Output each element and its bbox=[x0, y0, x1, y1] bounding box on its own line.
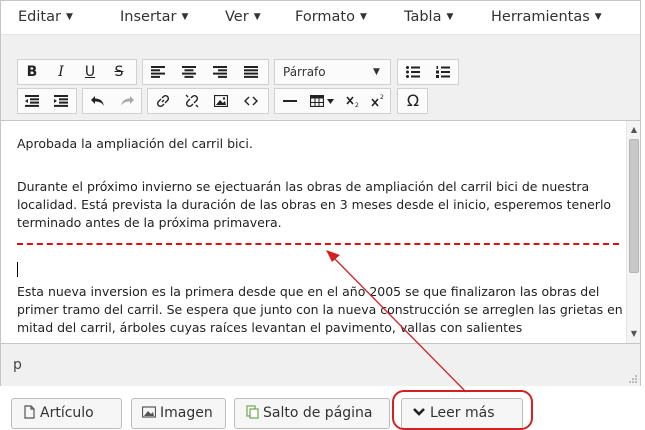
redo-icon bbox=[121, 96, 134, 106]
horizontal-rule-icon bbox=[283, 100, 297, 102]
link-button[interactable] bbox=[151, 89, 175, 113]
superscript-icon: 2 bbox=[371, 94, 384, 107]
bullet-list-button[interactable] bbox=[401, 60, 425, 84]
indent-button[interactable] bbox=[49, 89, 73, 113]
align-right-icon bbox=[213, 66, 227, 78]
align-right-button[interactable] bbox=[208, 60, 232, 84]
table-icon bbox=[309, 94, 325, 108]
menu-ver[interactable]: Ver ▼ bbox=[225, 9, 261, 25]
bullet-list-icon bbox=[406, 66, 420, 78]
undo-icon bbox=[91, 96, 104, 106]
align-center-button[interactable] bbox=[177, 60, 201, 84]
editor-scrollbar[interactable]: ▲ ▼ bbox=[626, 121, 640, 343]
menu-label: Formato bbox=[295, 9, 355, 25]
menu-label: Ver bbox=[225, 9, 249, 25]
chevron-down-icon: ▼ bbox=[373, 67, 380, 77]
chevron-down-icon: ▼ bbox=[446, 12, 454, 22]
strikethrough-button[interactable]: S bbox=[107, 60, 131, 84]
highlight-ring bbox=[392, 390, 533, 430]
special-char-group: Ω bbox=[397, 88, 428, 114]
chevron-down-icon: ▼ bbox=[253, 12, 261, 22]
indent-icon bbox=[54, 95, 68, 107]
format-select-value: Párrafo bbox=[283, 65, 326, 79]
underline-button[interactable]: U bbox=[78, 60, 102, 84]
insert-article-button[interactable]: Artículo bbox=[11, 398, 122, 429]
editor-content[interactable]: Aprobada la ampliación del carril bici. … bbox=[1, 121, 627, 343]
insert-group-2: 2 2 bbox=[274, 88, 391, 114]
subscript-button[interactable]: 2 bbox=[341, 89, 365, 113]
svg-text:2: 2 bbox=[355, 102, 359, 108]
table-button[interactable] bbox=[305, 89, 339, 113]
align-left-button[interactable] bbox=[146, 60, 170, 84]
outdent-button[interactable] bbox=[20, 89, 44, 113]
numbered-list-button[interactable] bbox=[431, 60, 455, 84]
code-icon[interactable] bbox=[239, 89, 263, 113]
element-path[interactable]: p bbox=[13, 357, 22, 373]
scroll-down-icon[interactable]: ▼ bbox=[627, 327, 641, 341]
history-group bbox=[82, 88, 142, 114]
article-icon bbox=[24, 405, 35, 419]
superscript-button[interactable]: 2 bbox=[366, 89, 390, 113]
bold-button[interactable]: B bbox=[20, 60, 44, 84]
status-bar: p bbox=[1, 343, 640, 386]
italic-button[interactable]: I bbox=[49, 60, 73, 84]
horizontal-line-button[interactable] bbox=[278, 89, 302, 113]
code-brackets-icon bbox=[244, 96, 258, 105]
link-icon bbox=[156, 94, 170, 108]
scroll-thumb[interactable] bbox=[629, 139, 639, 273]
menubar: Editar ▼ Insertar ▼ Ver ▼ Formato ▼ Tabla ▼ H… bbox=[1, 1, 640, 35]
button-label: Artículo bbox=[40, 405, 94, 421]
menu-label: Herramientas bbox=[491, 9, 590, 25]
special-character-button[interactable]: Ω bbox=[401, 89, 425, 113]
text-style-group: B I U S bbox=[17, 59, 137, 85]
menu-herramientas[interactable]: Herramientas ▼ bbox=[491, 9, 602, 25]
menu-insertar[interactable]: Insertar ▼ bbox=[120, 9, 188, 25]
unlink-button[interactable] bbox=[180, 89, 204, 113]
menu-label: Insertar bbox=[120, 9, 177, 25]
image-icon bbox=[213, 94, 229, 108]
text-cursor bbox=[17, 262, 18, 277]
image-icon bbox=[142, 406, 156, 418]
align-justify-icon bbox=[244, 66, 258, 78]
page-break-button[interactable]: Salto de página bbox=[234, 398, 390, 429]
content-paragraph: Aprobada la ampliación del carril bici. bbox=[17, 136, 253, 151]
outdent-icon bbox=[25, 95, 39, 107]
toolbar: B I U S Párrafo ▼ 2 2 Ω bbox=[1, 35, 640, 121]
button-label: Salto de página bbox=[263, 405, 373, 421]
svg-text:2: 2 bbox=[380, 94, 384, 101]
unlink-icon bbox=[185, 94, 199, 108]
chevron-down-icon: ▼ bbox=[359, 12, 367, 22]
insert-image-editor-button[interactable]: Imagen bbox=[131, 398, 226, 429]
menu-editar[interactable]: Editar ▼ bbox=[18, 9, 73, 25]
chevron-down-icon: ▼ bbox=[65, 12, 73, 22]
content-paragraph: Esta nueva inversion es la primera desde… bbox=[17, 284, 623, 335]
menu-tabla[interactable]: Tabla ▼ bbox=[404, 9, 453, 25]
resize-handle-icon[interactable] bbox=[628, 374, 638, 384]
chevron-down-icon: ▼ bbox=[181, 12, 189, 22]
page-break-icon bbox=[246, 405, 259, 419]
indent-group bbox=[17, 88, 77, 114]
numbered-list-icon bbox=[436, 66, 450, 78]
subscript-icon: 2 bbox=[346, 96, 359, 109]
button-label: Imagen bbox=[160, 405, 213, 421]
chevron-down-icon bbox=[327, 98, 334, 104]
list-group bbox=[397, 59, 459, 85]
chevron-down-icon: ▼ bbox=[594, 12, 602, 22]
align-justify-button[interactable] bbox=[239, 60, 263, 84]
scroll-up-icon[interactable]: ▲ bbox=[627, 123, 641, 137]
menu-formato[interactable]: Formato ▼ bbox=[295, 9, 367, 25]
undo-button[interactable] bbox=[86, 89, 110, 113]
redo-button[interactable] bbox=[115, 89, 139, 113]
insert-group bbox=[147, 88, 269, 114]
align-center-icon bbox=[182, 66, 196, 78]
rich-text-editor: Editar ▼ Insertar ▼ Ver ▼ Formato ▼ Tabla ▼ H… bbox=[0, 0, 641, 386]
menu-label: Editar bbox=[18, 9, 61, 25]
read-more-separator bbox=[17, 243, 619, 245]
alignment-group bbox=[142, 59, 269, 85]
format-select[interactable]: Párrafo ▼ bbox=[274, 59, 391, 85]
content-paragraph: Durante el próximo invierno se ejectuará… bbox=[17, 179, 612, 230]
insert-image-button[interactable] bbox=[209, 89, 233, 113]
menu-label: Tabla bbox=[404, 9, 442, 25]
align-left-icon bbox=[151, 66, 165, 78]
